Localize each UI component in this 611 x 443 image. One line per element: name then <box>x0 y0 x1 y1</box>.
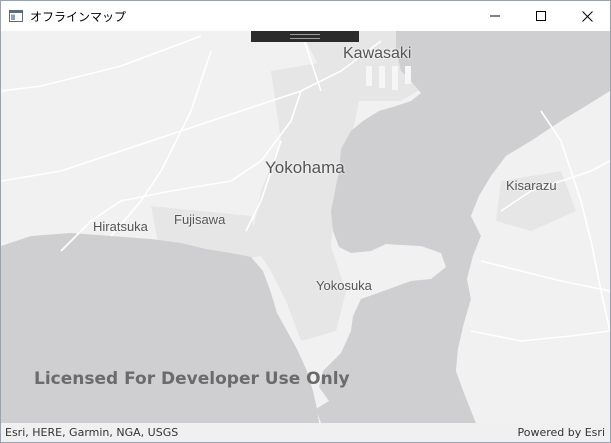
minimize-icon <box>490 15 500 17</box>
maximize-icon <box>536 11 546 21</box>
app-window-icon <box>9 9 23 22</box>
license-watermark: Licensed For Developer Use Only <box>34 369 350 389</box>
powered-by-esri[interactable]: Powered by Esri <box>517 426 605 439</box>
map-view[interactable]: Kawasaki Yokohama Kisarazu Hiratsuka Fuj… <box>1 31 610 423</box>
label-yokohama: Yokohama <box>265 158 345 177</box>
label-fujisawa: Fujisawa <box>174 212 226 227</box>
label-kawasaki: Kawasaki <box>343 45 412 62</box>
close-icon <box>581 10 593 22</box>
app-window: オフラインマップ Kawasaki Yokohama Kisarazu Hira… <box>0 0 611 443</box>
minimize-button[interactable] <box>472 1 518 31</box>
attribution-bar: Esri, HERE, Garmin, NGA, USGS Powered by… <box>1 423 610 442</box>
toolbar-drag-handle[interactable] <box>251 31 359 42</box>
label-hiratsuka: Hiratsuka <box>93 219 148 234</box>
title-bar[interactable]: オフラインマップ <box>1 1 610 31</box>
grip-icon <box>290 34 320 39</box>
attribution-sources: Esri, HERE, Garmin, NGA, USGS <box>5 426 179 439</box>
close-button[interactable] <box>564 1 610 31</box>
window-title: オフラインマップ <box>30 10 127 24</box>
label-kisarazu: Kisarazu <box>506 178 557 193</box>
maximize-button[interactable] <box>518 1 564 31</box>
label-yokosuka: Yokosuka <box>316 278 372 293</box>
